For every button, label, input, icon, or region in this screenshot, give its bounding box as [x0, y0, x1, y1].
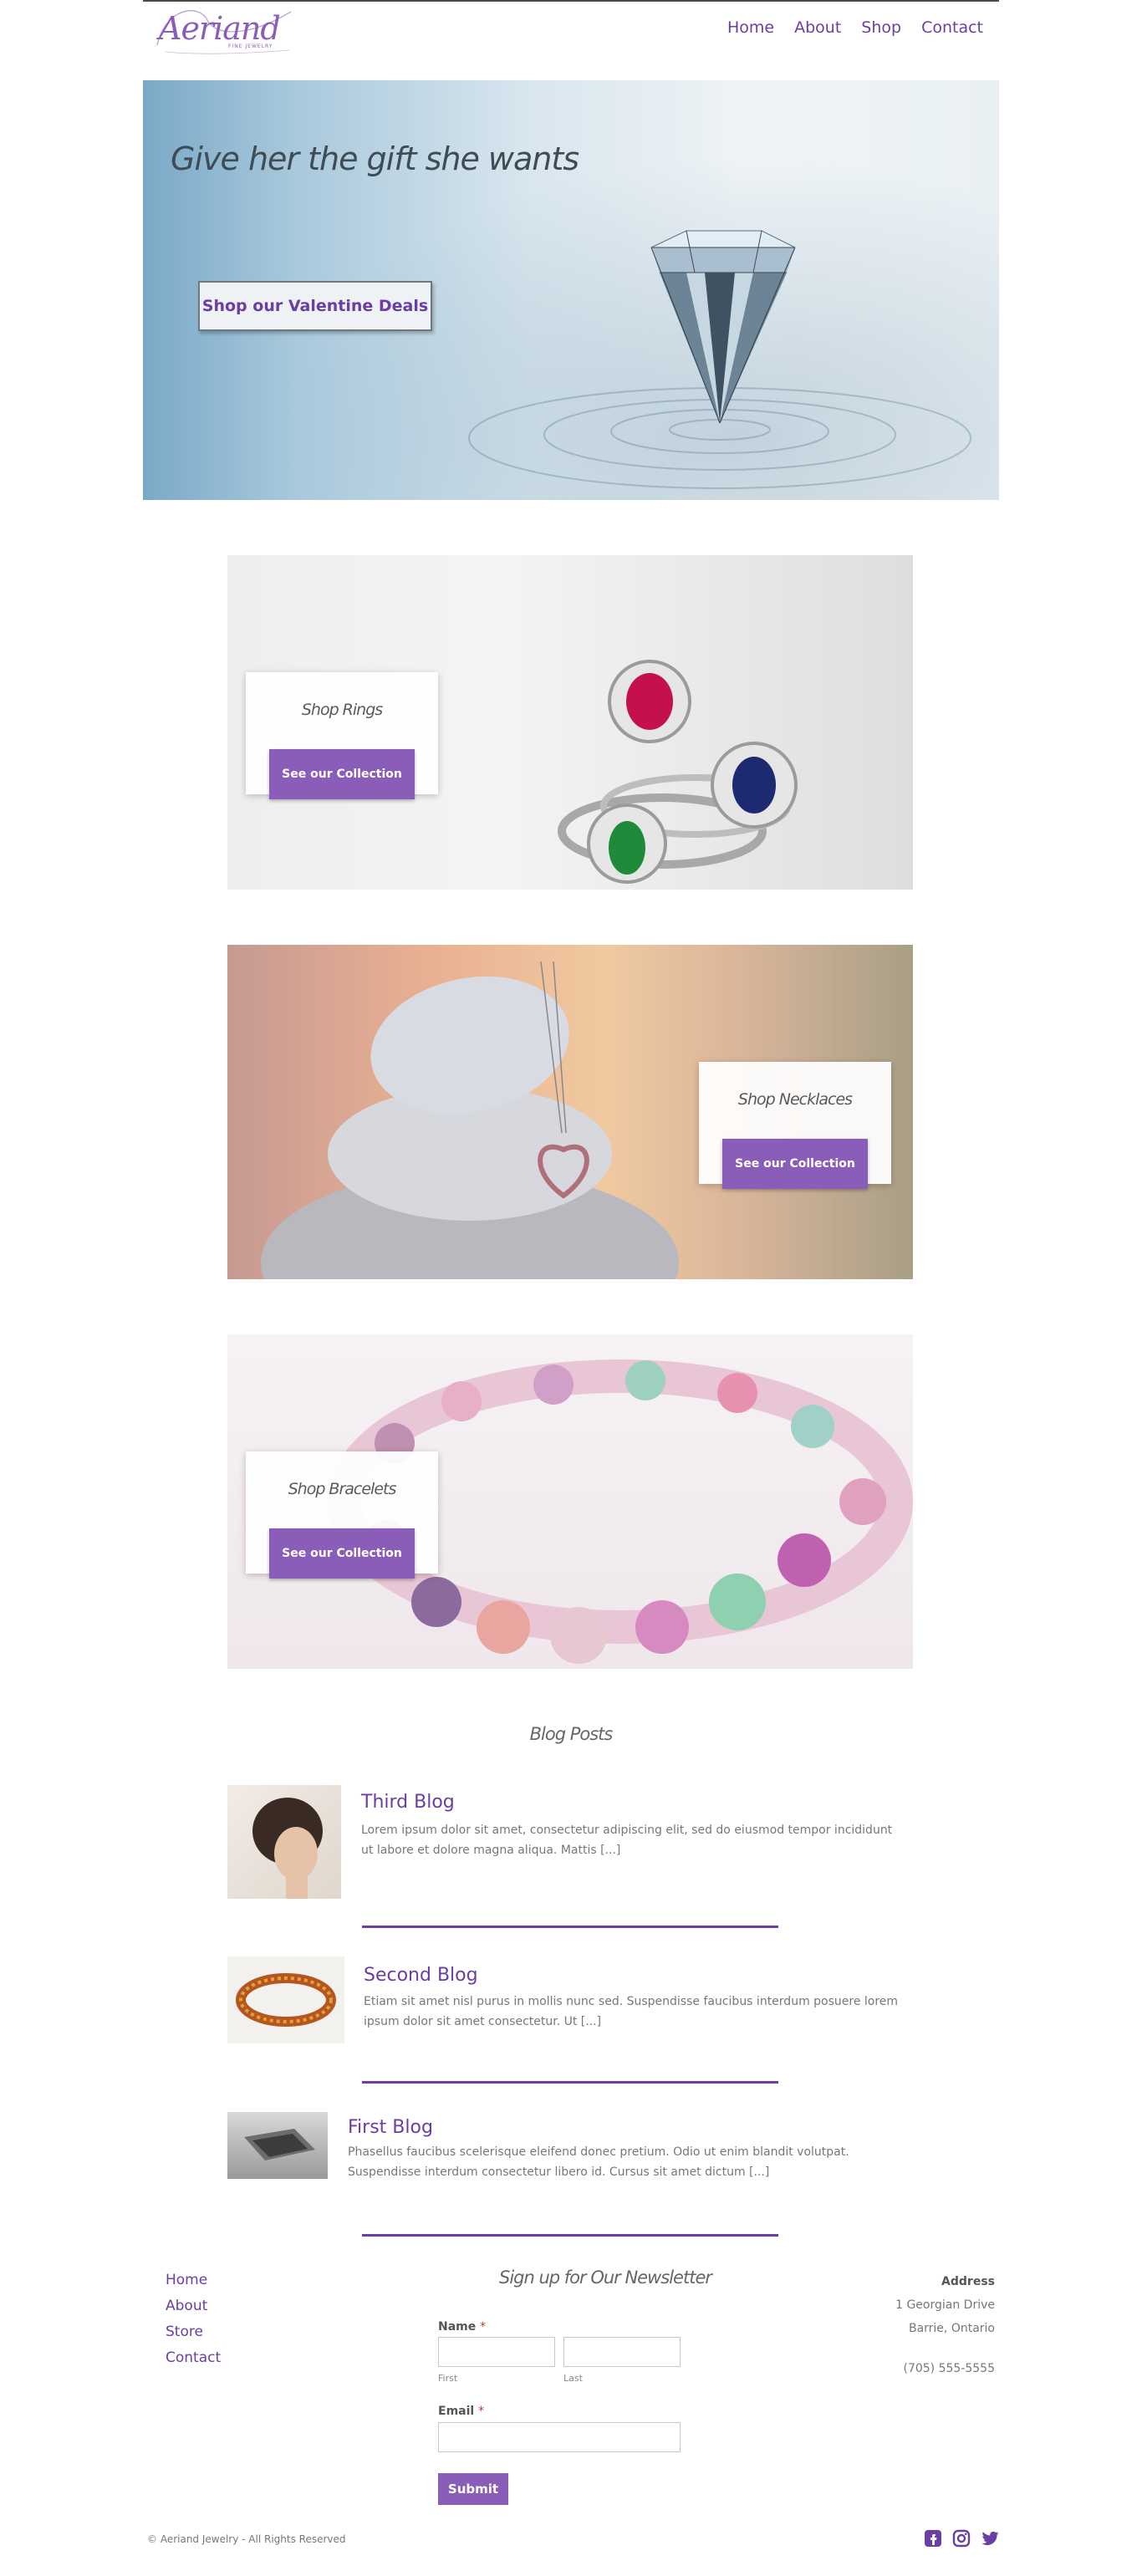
- blog-divider: [362, 2234, 778, 2237]
- name-label: Name *: [438, 2320, 486, 2334]
- jewelry-box-image: [244, 2129, 315, 2160]
- rings-card: Shop Rings See our Collection: [246, 672, 438, 799]
- blog-heading: Blog Posts: [529, 1724, 614, 1744]
- necklaces-card-title: Shop Necklaces: [737, 1090, 853, 1109]
- address-heading: Address: [941, 2275, 995, 2288]
- blog-post: Third Blog Lorem ipsum dolor sit amet, c…: [227, 1785, 913, 1902]
- bracelets-collection-button[interactable]: See our Collection: [269, 1528, 415, 1579]
- blog-post-excerpt-line-1: Etiam sit amet nisl purus in mollis nunc…: [364, 1995, 899, 2008]
- first-sublabel: First: [438, 2373, 458, 2384]
- footer-nav-contact[interactable]: Contact: [166, 2349, 221, 2366]
- bracelet-thumbnail-image: [236, 1973, 336, 2027]
- phone-number: (705) 555-5555: [903, 2362, 996, 2375]
- logo-text: Aeriand: [159, 10, 281, 47]
- blog-divider: [362, 2081, 778, 2084]
- social-links: [923, 2528, 1000, 2548]
- blog-post-excerpt: Phasellus faucibus scelerisque eleifend …: [348, 2142, 849, 2182]
- required-mark: *: [480, 2320, 487, 2334]
- bracelets-card-title: Shop Bracelets: [288, 1480, 397, 1498]
- blog-post: Second Blog Etiam sit amet nisl purus in…: [227, 1956, 913, 2048]
- hero-title: Give her the gift she wants: [171, 140, 579, 177]
- blog-thumbnail[interactable]: [227, 1785, 341, 1899]
- bracelets-panel: Shop Bracelets See our Collection: [227, 1334, 913, 1669]
- instagram-icon[interactable]: [951, 2528, 971, 2548]
- address-line-1: 1 Georgian Drive: [895, 2298, 995, 2312]
- valentine-deals-button[interactable]: Shop our Valentine Deals: [198, 281, 432, 331]
- last-sublabel: Last: [563, 2373, 583, 2384]
- blog-post-excerpt-line-1: Lorem ipsum dolor sit amet, consectetur …: [361, 1824, 893, 1837]
- address-line-2: Barrie, Ontario: [908, 2322, 995, 2335]
- hero-banner: Give her the gift she wants Shop our Val…: [143, 80, 999, 500]
- nav-about[interactable]: About: [794, 18, 841, 37]
- required-mark: *: [478, 2405, 485, 2418]
- nav-home[interactable]: Home: [727, 18, 774, 37]
- facebook-icon[interactable]: [923, 2528, 943, 2548]
- woman-portrait-image: [252, 1798, 323, 1899]
- blog-post-excerpt-line-1: Phasellus faucibus scelerisque eleifend …: [348, 2145, 849, 2159]
- necklaces-card: Shop Necklaces See our Collection: [699, 1062, 891, 1189]
- rings-collection-button[interactable]: See our Collection: [269, 749, 415, 799]
- newsletter-title: Sign up for Our Newsletter: [498, 2267, 712, 2288]
- blog-thumbnail[interactable]: [227, 1956, 344, 2043]
- footer-nav: Home About Store Contact: [166, 2272, 221, 2366]
- blog-post: First Blog Phasellus faucibus scelerisqu…: [227, 2112, 913, 2196]
- last-name-field[interactable]: [563, 2337, 681, 2367]
- twitter-icon[interactable]: [980, 2528, 1000, 2548]
- copyright: © Aeriand Jewelry - All Rights Reserved: [147, 2533, 346, 2545]
- bracelets-card: Shop Bracelets See our Collection: [246, 1451, 438, 1579]
- blog-post-excerpt-line-2: Suspendisse interdum consectetur libero …: [348, 2165, 770, 2179]
- submit-button[interactable]: Submit: [438, 2473, 508, 2505]
- blog-post-title[interactable]: Third Blog: [361, 1792, 455, 1813]
- blog-divider: [362, 1926, 778, 1928]
- blog-post-title[interactable]: Second Blog: [364, 1965, 478, 1986]
- email-label: Email *: [438, 2405, 484, 2418]
- blog-post-excerpt-line-2: ipsum dolor sit amet consectetur. Ut [..…: [364, 2015, 602, 2028]
- necklaces-collection-button[interactable]: See our Collection: [722, 1139, 868, 1189]
- email-field[interactable]: [438, 2422, 681, 2452]
- address-block: Address 1 Georgian Drive Barrie, Ontario…: [895, 2270, 995, 2380]
- rings-panel: Shop Rings See our Collection: [227, 555, 913, 890]
- email-label-text: Email: [438, 2405, 475, 2418]
- main-nav: Home About Shop Contact: [727, 18, 983, 37]
- blog-post-excerpt: Etiam sit amet nisl purus in mollis nunc…: [364, 1992, 898, 2032]
- logo-subtext: FINE JEWELRY: [228, 43, 273, 49]
- footer-nav-home[interactable]: Home: [166, 2272, 221, 2288]
- name-label-text: Name: [438, 2320, 477, 2334]
- rings-card-title: Shop Rings: [301, 701, 383, 719]
- header-top-border: [143, 0, 999, 2]
- nav-shop[interactable]: Shop: [861, 18, 901, 37]
- brand-logo[interactable]: Aeriand FINE JEWELRY: [149, 3, 299, 62]
- blog-post-title[interactable]: First Blog: [348, 2117, 433, 2138]
- nav-contact[interactable]: Contact: [921, 18, 983, 37]
- footer-nav-about[interactable]: About: [166, 2298, 221, 2314]
- blog-post-excerpt: Lorem ipsum dolor sit amet, consectetur …: [361, 1820, 892, 1860]
- footer-nav-store[interactable]: Store: [166, 2324, 221, 2340]
- necklaces-panel: Shop Necklaces See our Collection: [227, 945, 913, 1279]
- blog-thumbnail[interactable]: [227, 2112, 328, 2179]
- first-name-field[interactable]: [438, 2337, 555, 2367]
- blog-post-excerpt-line-2: ut labore et dolore magna aliqua. Mattis…: [361, 1844, 621, 1857]
